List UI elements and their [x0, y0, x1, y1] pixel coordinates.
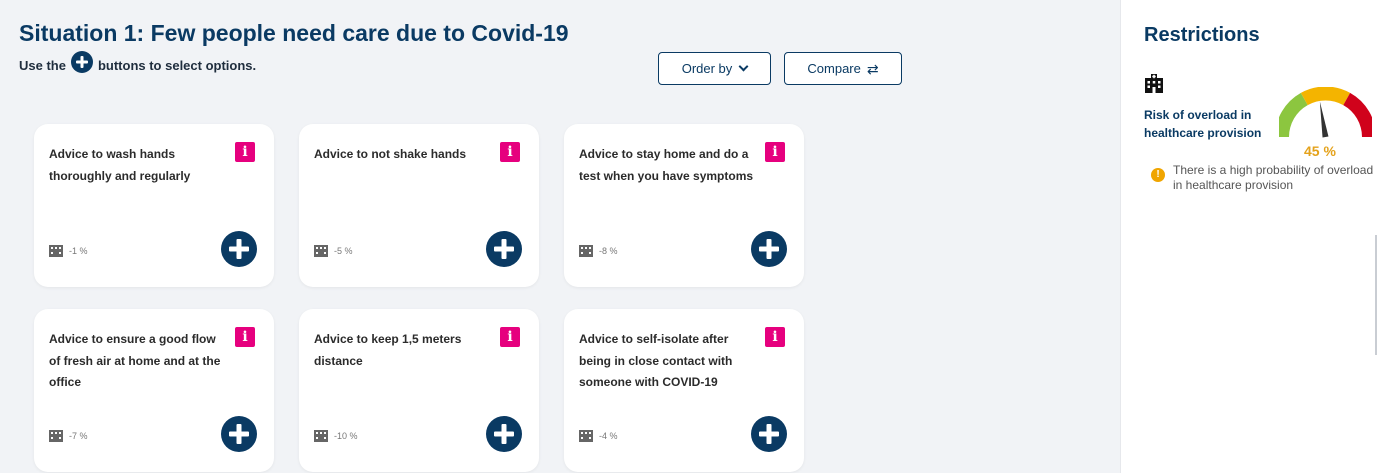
add-option-button[interactable]	[751, 416, 787, 452]
option-card: Advice to keep 1,5 meters distance i -10…	[299, 309, 539, 472]
compare-button[interactable]: Compare ⇄	[784, 52, 902, 85]
card-title: Advice to keep 1,5 meters distance	[314, 332, 462, 368]
card-impact: -7 %	[49, 430, 88, 442]
gauge-needle	[1319, 101, 1329, 138]
info-icon[interactable]: i	[765, 327, 785, 347]
option-card: Advice to self-isolate after being in cl…	[564, 309, 804, 472]
hospital-icon	[49, 430, 63, 442]
instruction-text-end: buttons to select options.	[97, 58, 257, 73]
main-panel: Situation 1: Few people need care due to…	[0, 0, 1120, 473]
scrollbar[interactable]	[1375, 235, 1377, 355]
card-impact: -5 %	[314, 245, 353, 257]
add-option-button[interactable]	[221, 416, 257, 452]
restrictions-panel: Restrictions Risk of overload in healthc…	[1120, 0, 1385, 473]
impact-value: -5 %	[334, 246, 353, 256]
swap-arrows-icon: ⇄	[866, 60, 879, 77]
impact-value: -4 %	[599, 431, 618, 441]
option-card: Advice to stay home and do a test when y…	[564, 124, 804, 287]
card-impact: -10 %	[314, 430, 358, 442]
info-icon[interactable]: i	[500, 327, 520, 347]
impact-value: -10 %	[334, 431, 358, 441]
chevron-down-icon	[738, 61, 749, 72]
card-title: Advice to ensure a good flow of fresh ai…	[49, 332, 221, 389]
warning-text: There is a high probability of overload …	[1173, 163, 1374, 192]
instruction-text: Use the buttons to select options.	[19, 50, 257, 73]
card-impact: -8 %	[579, 245, 618, 257]
risk-gauge	[1279, 87, 1372, 138]
card-impact: -1 %	[49, 245, 88, 257]
restrictions-title: Restrictions	[1144, 24, 1260, 46]
warning-message: ! There is a high probability of overloa…	[1151, 163, 1383, 193]
gauge-segment-yellow	[1300, 87, 1351, 106]
compare-label: Compare	[807, 61, 861, 76]
card-title: Advice to self-isolate after being in cl…	[579, 332, 733, 389]
add-option-button[interactable]	[221, 231, 257, 267]
hospital-icon	[314, 430, 328, 442]
impact-value: -8 %	[599, 246, 618, 256]
info-icon[interactable]: i	[765, 142, 785, 162]
card-title: Advice to stay home and do a test when y…	[579, 147, 754, 183]
info-icon[interactable]: i	[235, 327, 255, 347]
option-card: Advice to ensure a good flow of fresh ai…	[34, 309, 274, 472]
impact-value: -1 %	[69, 246, 88, 256]
page-title: Situation 1: Few people need care due to…	[19, 20, 569, 46]
hospital-icon	[49, 245, 63, 257]
hospital-icon	[579, 245, 593, 257]
warning-icon: !	[1151, 168, 1165, 182]
gauge-segment-green	[1279, 92, 1309, 138]
add-option-button[interactable]	[486, 231, 522, 267]
instruction-text-start: Use the	[19, 58, 66, 73]
hospital-icon	[579, 430, 593, 442]
hospital-icon	[1145, 74, 1163, 93]
card-title: Advice to wash hands thoroughly and regu…	[49, 147, 191, 183]
card-title: Advice to not shake hands	[314, 147, 467, 161]
order-by-button[interactable]: Order by	[658, 52, 771, 85]
gauge-segment-red	[1342, 92, 1372, 138]
risk-label: Risk of overload in healthcare provision	[1144, 108, 1262, 140]
add-option-button[interactable]	[751, 231, 787, 267]
card-impact: -4 %	[579, 430, 618, 442]
hospital-icon	[314, 245, 328, 257]
option-card: Advice to wash hands thoroughly and regu…	[34, 124, 274, 287]
info-icon[interactable]: i	[235, 142, 255, 162]
plus-circle-icon	[70, 50, 93, 73]
order-by-label: Order by	[681, 61, 733, 76]
info-icon[interactable]: i	[500, 142, 520, 162]
gauge-value: 45 %	[1304, 143, 1336, 159]
impact-value: -7 %	[69, 431, 88, 441]
option-card: Advice to not shake hands i -5 %	[299, 124, 539, 287]
add-option-button[interactable]	[486, 416, 522, 452]
